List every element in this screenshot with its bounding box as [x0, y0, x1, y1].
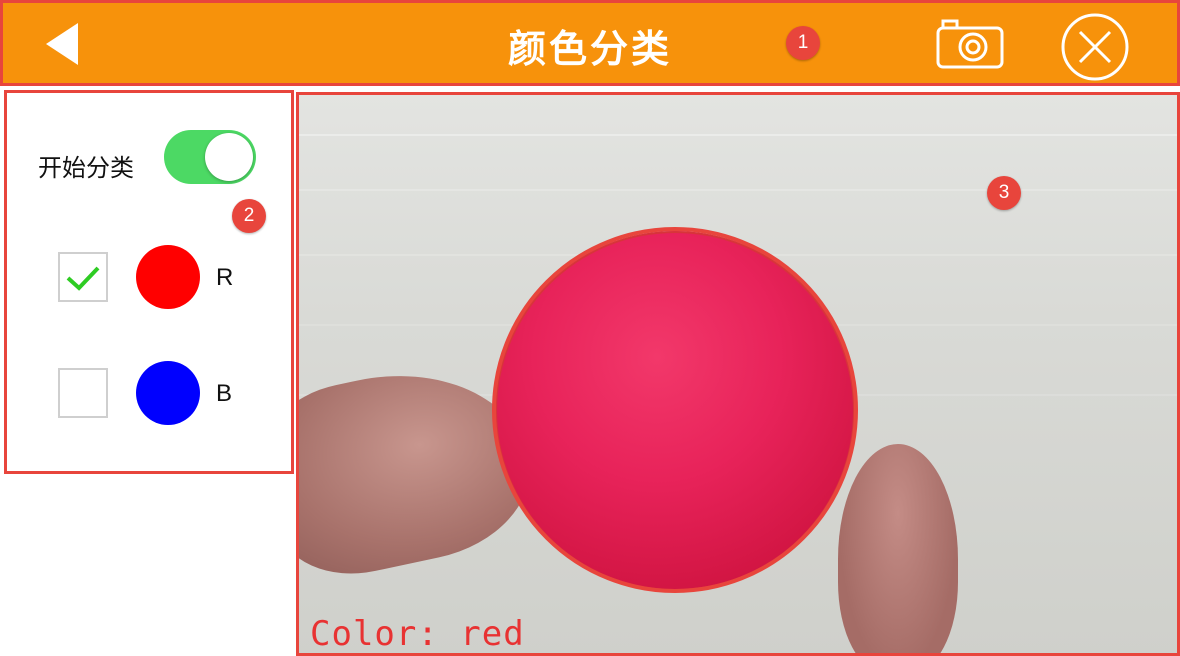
camera-button[interactable]: [935, 16, 1005, 70]
detected-color-text: Color: red: [310, 614, 525, 654]
checkbox-red[interactable]: [58, 252, 108, 302]
app-header: 颜色分类: [0, 0, 1180, 86]
color-label-b: B: [216, 380, 233, 407]
annotation-badge-1: 1: [786, 26, 820, 60]
camera-icon: [936, 19, 1004, 69]
color-label-r: R: [216, 264, 234, 291]
checkmark-icon: [66, 266, 100, 291]
camera-preview[interactable]: Color: red: [298, 94, 1180, 656]
annotation-badge-2: 2: [232, 199, 266, 233]
close-button[interactable]: [1060, 12, 1130, 82]
wall-texture-line: [298, 189, 1180, 191]
red-swatch: [136, 245, 200, 309]
toggle-knob: [205, 133, 253, 181]
wall-texture-line: [298, 134, 1180, 136]
detection-circle: [492, 227, 858, 593]
blue-swatch: [136, 361, 200, 425]
annotation-badge-3: 3: [987, 176, 1021, 210]
right-finger: [838, 444, 958, 656]
toggle-label: 开始分类: [38, 154, 134, 182]
start-classify-toggle[interactable]: [164, 130, 256, 184]
control-panel: 开始分类 R B: [4, 92, 294, 474]
close-icon: [1061, 13, 1129, 81]
checkbox-blue[interactable]: [58, 368, 108, 418]
